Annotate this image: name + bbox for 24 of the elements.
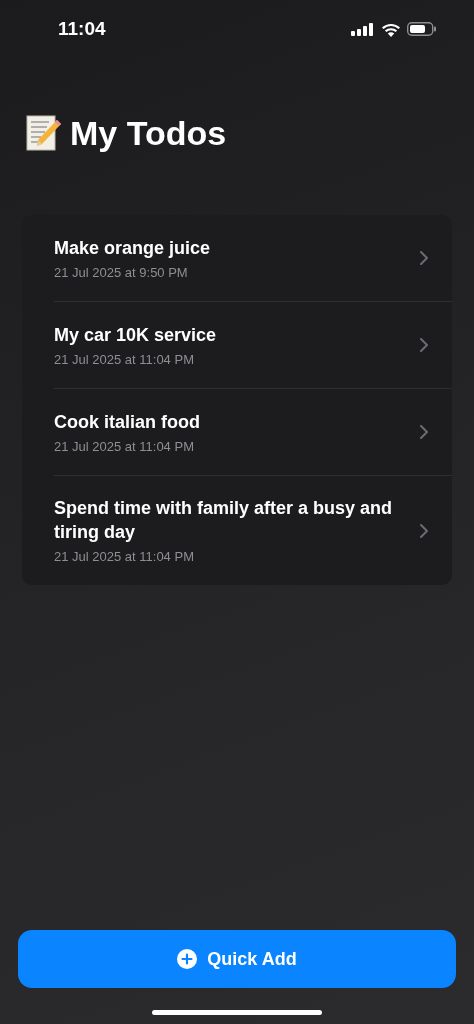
todo-row[interactable]: Spend time with family after a busy and tiring day 21 Jul 2025 at 11:04 PM [54, 476, 452, 585]
chevron-icon [420, 338, 428, 352]
todo-date: 21 Jul 2025 at 11:04 PM [54, 549, 195, 565]
todo-title: Cook italian food [54, 410, 200, 434]
page-title: My Todos [70, 113, 227, 153]
todo-date: 21 Jul 2025 at 11:04 PM [54, 351, 195, 368]
chevron-icon [420, 523, 428, 538]
chevron-icon [420, 425, 428, 439]
todo-date: 21 Jul 2025 at 9:50 PM [54, 264, 189, 281]
signal-icon [351, 22, 375, 36]
notepad-pencil-icon [26, 114, 62, 152]
status-time: 11:04 [58, 18, 106, 40]
todo-row[interactable]: Cook italian food 21 Jul 2025 at 11:04 PM [54, 389, 452, 476]
quick-add-button[interactable]: Quick Add [18, 930, 456, 988]
todo-title: Make orange juice [54, 236, 211, 260]
todo-row[interactable]: Make orange juice 21 Jul 2025 at 9:50 PM [54, 215, 452, 302]
todo-title: My car 10K service [54, 323, 217, 347]
chevron-icon [420, 251, 428, 265]
battery-icon [407, 22, 437, 36]
todo-title: Spend time with family after a busy and tiring day [54, 497, 394, 544]
todo-row[interactable]: My car 10K service 21 Jul 2025 at 11:04 PM [54, 302, 452, 389]
wifi-icon [381, 21, 401, 37]
plus-circle-icon [177, 949, 198, 969]
todo-date: 21 Jul 2025 at 11:04 PM [54, 438, 195, 455]
